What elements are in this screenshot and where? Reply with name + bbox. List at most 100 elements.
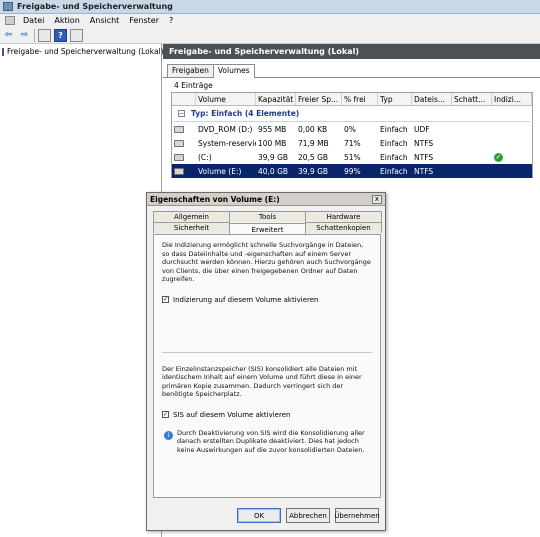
- section-divider: [162, 351, 372, 353]
- column-volume[interactable]: Volume: [196, 93, 256, 105]
- close-icon[interactable]: x: [372, 194, 382, 204]
- cell-schattenkopien: [452, 122, 492, 136]
- cell-volume: Volume (E:): [198, 166, 242, 176]
- tab-schattenkopien[interactable]: Schattenkopien: [305, 222, 382, 233]
- details-header: Freigabe- und Speicherverwaltung (Lokal): [163, 44, 540, 59]
- column-kapazitaet[interactable]: Kapazität: [256, 93, 296, 105]
- cell-volume: (C:): [198, 152, 212, 162]
- tab-sicherheit[interactable]: Sicherheit: [153, 222, 230, 233]
- cell-typ: Einfach: [380, 138, 408, 148]
- collapse-icon[interactable]: −: [178, 110, 185, 117]
- cell-schattenkopien: [452, 150, 492, 164]
- group-label: Typ: Einfach (4 Elemente): [191, 109, 300, 118]
- indexing-checkbox-row[interactable]: ✓ Indizierung auf diesem Volume aktivier…: [162, 296, 372, 304]
- back-arrow-icon[interactable]: ⇦: [2, 29, 15, 42]
- cell-typ: Einfach: [380, 166, 408, 176]
- cell-schattenkopien: [452, 164, 492, 178]
- column-icon[interactable]: [172, 93, 196, 105]
- sis-checkbox[interactable]: ✓: [162, 411, 169, 418]
- dialog-titlebar: Eigenschaften von Volume (E:) x: [147, 193, 385, 206]
- table-row-selected[interactable]: Volume (E:) 40,0 GB 39,9 GB 99% Einfach …: [172, 164, 532, 178]
- toolbar: ⇦ ⇨ ?: [0, 27, 540, 44]
- action-pane-icon[interactable]: [70, 28, 83, 42]
- menubar: Datei Aktion Ansicht Fenster ?: [0, 14, 540, 27]
- tab-hardware[interactable]: Hardware: [305, 211, 382, 222]
- help-icon[interactable]: ?: [54, 28, 67, 42]
- cell-freier-speicher: 0,00 KB: [298, 124, 328, 134]
- dvd-drive-icon: [174, 125, 184, 133]
- indexing-enabled-check-icon: ✓: [494, 152, 503, 162]
- cell-volume: DVD_ROM (D:): [198, 124, 253, 134]
- system-menu-icon[interactable]: [5, 16, 15, 25]
- list-header: Volume Kapazität Freier Sp... % frei Typ…: [172, 93, 532, 106]
- info-icon: i: [164, 430, 173, 440]
- cancel-button[interactable]: Abbrechen: [286, 508, 330, 523]
- table-row[interactable]: (C:) 39,9 GB 20,5 GB 51% Einfach NTFS ✓: [172, 150, 532, 164]
- cell-dateisystem: NTFS: [414, 166, 434, 176]
- console-tree-icon[interactable]: [38, 28, 51, 42]
- cell-dateisystem: NTFS: [414, 152, 434, 162]
- cell-dateisystem: NTFS: [414, 138, 434, 148]
- table-row[interactable]: System-reserviert 100 MB 71,9 MB 71% Ein…: [172, 136, 532, 150]
- tree-item-root[interactable]: Freigabe- und Speicherverwaltung (Lokal): [0, 44, 164, 59]
- ok-button[interactable]: OK: [237, 508, 281, 523]
- menu-datei[interactable]: Datei: [18, 16, 49, 25]
- tab-volumes[interactable]: Volumes: [212, 64, 255, 78]
- menu-fenster[interactable]: Fenster: [124, 16, 164, 25]
- sis-checkbox-label[interactable]: SIS auf diesem Volume aktivieren: [173, 411, 290, 419]
- row-icon-cell: [172, 164, 196, 178]
- cell-prozent-frei: 71%: [344, 138, 361, 148]
- tab-allgemein[interactable]: Allgemein: [153, 211, 230, 222]
- sis-checkbox-row[interactable]: ✓ SIS auf diesem Volume aktivieren: [162, 411, 372, 419]
- menu-ansicht[interactable]: Ansicht: [85, 16, 125, 25]
- cell-freier-speicher: 20,5 GB: [298, 152, 329, 162]
- cell-volume: System-reserviert: [198, 138, 256, 148]
- toolbar-separator: [34, 28, 35, 42]
- volumes-list: Volume Kapazität Freier Sp... % frei Typ…: [171, 92, 533, 178]
- row-icon-cell: [172, 136, 196, 150]
- apply-button[interactable]: Übernehmen: [334, 508, 380, 523]
- indexing-checkbox[interactable]: ✓: [162, 296, 169, 303]
- column-schattenkopien[interactable]: Schatt...: [452, 93, 492, 105]
- console-tree: Freigabe- und Speicherverwaltung (Lokal): [0, 44, 164, 537]
- indexing-checkbox-label[interactable]: Indizierung auf diesem Volume aktivieren: [173, 296, 319, 304]
- cell-prozent-frei: 99%: [344, 166, 361, 176]
- cell-prozent-frei: 51%: [344, 152, 361, 162]
- row-icon-cell: [172, 150, 196, 164]
- properties-dialog: Eigenschaften von Volume (E:) x Allgemei…: [146, 192, 386, 531]
- entry-count: 4 Einträge: [174, 80, 213, 90]
- window-titlebar: Freigabe- und Speicherverwaltung: [0, 0, 540, 14]
- menu-aktion[interactable]: Aktion: [49, 16, 84, 25]
- column-dateisystem[interactable]: Dateis...: [412, 93, 452, 105]
- cell-schattenkopien: [452, 136, 492, 150]
- cell-kapazitaet: 40,0 GB: [258, 166, 289, 176]
- cell-typ: Einfach: [380, 124, 408, 134]
- disk-drive-icon: [174, 139, 184, 147]
- cell-kapazitaet: 39,9 GB: [258, 152, 289, 162]
- cell-indizierung: [492, 122, 532, 136]
- sis-description: Der Einzelinstanzspeicher (SIS) konsolid…: [162, 364, 362, 399]
- dialog-buttons: OK Abbrechen Übernehmen: [147, 508, 385, 523]
- cell-freier-speicher: 39,9 GB: [298, 166, 329, 176]
- share-storage-icon: [2, 47, 4, 56]
- column-indizierung[interactable]: Indizi...: [492, 93, 532, 105]
- tab-tools[interactable]: Tools: [229, 211, 306, 222]
- column-freier-speicher[interactable]: Freier Sp...: [296, 93, 342, 105]
- table-row[interactable]: DVD_ROM (D:) 955 MB 0,00 KB 0% Einfach U…: [172, 122, 532, 136]
- row-icon-cell: [172, 122, 196, 136]
- details-tabs: Freigaben Volumes: [163, 64, 540, 78]
- indexing-description: Die Indizierung ermöglicht schnelle Such…: [162, 241, 371, 283]
- dialog-tabs: Allgemein Tools Hardware Sicherheit Erwe…: [153, 211, 382, 235]
- cell-prozent-frei: 0%: [344, 124, 356, 134]
- tab-row-back: Allgemein Tools Hardware: [153, 211, 382, 222]
- forward-arrow-icon[interactable]: ⇨: [18, 29, 31, 42]
- column-typ[interactable]: Typ: [378, 93, 412, 105]
- menu-help[interactable]: ?: [164, 16, 178, 25]
- disk-drive-icon: [174, 167, 184, 175]
- app-icon: [3, 2, 13, 11]
- cell-indizierung: ✓: [492, 150, 532, 164]
- group-header[interactable]: − Typ: Einfach (4 Elemente): [174, 106, 530, 122]
- tab-freigaben[interactable]: Freigaben: [167, 64, 214, 77]
- disk-drive-icon: [174, 153, 184, 161]
- column-prozent-frei[interactable]: % frei: [342, 93, 378, 105]
